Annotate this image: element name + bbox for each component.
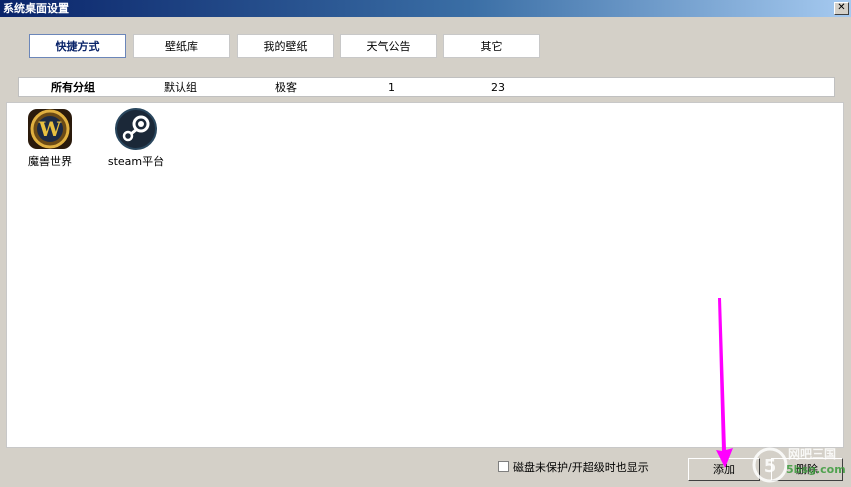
tab-weather-notice[interactable]: 天气公告 bbox=[340, 34, 437, 58]
window-title: 系统桌面设置 bbox=[3, 2, 69, 15]
close-button[interactable]: ✕ bbox=[834, 2, 849, 15]
group-1[interactable]: 1 bbox=[388, 81, 395, 95]
watermark: 5 网吧三国 5bsg.com bbox=[750, 445, 850, 485]
shortcut-steam[interactable]: steam平台 bbox=[104, 108, 168, 169]
title-bar: 系统桌面设置 ✕ bbox=[0, 0, 851, 17]
steam-icon bbox=[113, 108, 159, 150]
group-geek[interactable]: 极客 bbox=[275, 81, 297, 95]
watermark-url: 5bsg.com bbox=[786, 463, 846, 476]
shortcut-warcraft[interactable]: W 魔兽世界 bbox=[18, 108, 82, 169]
svg-text:W: W bbox=[38, 117, 62, 141]
svg-text:5: 5 bbox=[764, 456, 777, 477]
footer-bar: 磁盘未保护/开超级时也显示 添加 删除 bbox=[0, 452, 851, 487]
group-default[interactable]: 默认组 bbox=[164, 81, 197, 95]
group-bar: 所有分组 默认组 极客 1 23 bbox=[18, 77, 835, 97]
watermark-logo-icon: 5 bbox=[752, 447, 788, 483]
warcraft-icon: W bbox=[27, 108, 73, 150]
shortcut-label: 魔兽世界 bbox=[28, 155, 72, 168]
shortcut-label: steam平台 bbox=[107, 155, 165, 168]
tab-other[interactable]: 其它 bbox=[443, 34, 540, 58]
shortcut-area: W 魔兽世界 steam平台 bbox=[6, 102, 844, 448]
group-all[interactable]: 所有分组 bbox=[51, 81, 95, 95]
checkbox-label: 磁盘未保护/开超级时也显示 bbox=[513, 461, 649, 474]
tab-my-wallpaper[interactable]: 我的壁纸 bbox=[237, 34, 334, 58]
close-icon: ✕ bbox=[837, 2, 846, 13]
tab-shortcuts[interactable]: 快捷方式 bbox=[29, 34, 126, 58]
show-when-unprotected-checkbox[interactable] bbox=[498, 461, 509, 472]
tab-wallpaper-library[interactable]: 壁纸库 bbox=[133, 34, 230, 58]
watermark-text: 网吧三国 bbox=[788, 447, 837, 461]
group-23[interactable]: 23 bbox=[491, 81, 505, 95]
